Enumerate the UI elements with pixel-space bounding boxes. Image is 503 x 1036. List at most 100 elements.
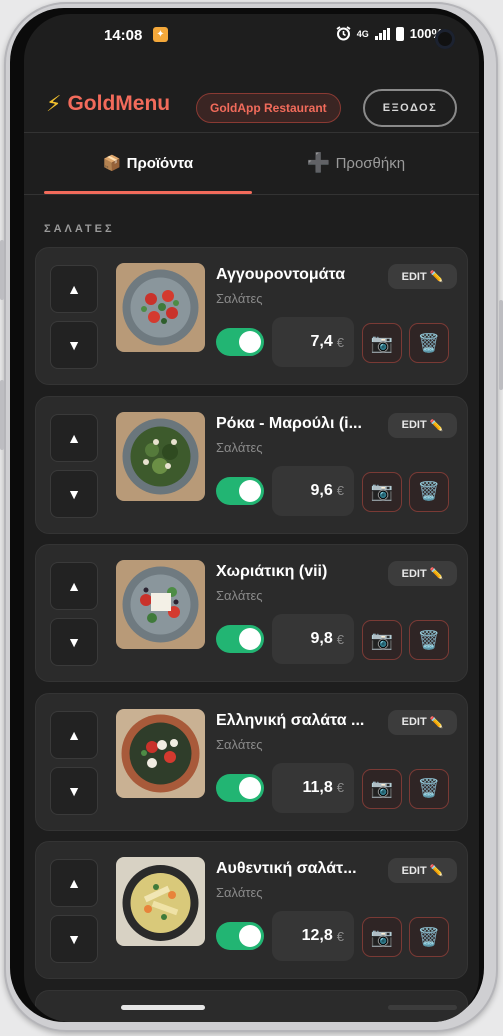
product-category: Σαλάτες [216, 588, 263, 603]
phone-side-button [0, 380, 4, 450]
brand-name: GoldMenu [67, 92, 171, 115]
edit-button-edge [388, 1004, 457, 1010]
delete-button[interactable]: 🗑️ [409, 323, 449, 363]
product-image [116, 857, 205, 946]
pencil-icon: ✏️ [429, 716, 444, 729]
app-header: ⚡ GoldMenu GoldApp Restaurant ΕΞΟΔΟΣ [24, 74, 479, 132]
move-down-button[interactable]: ▼ [50, 915, 98, 963]
tab-add-label: Προσθήκη [335, 154, 406, 172]
edit-label: EDIT [401, 864, 427, 877]
camera-button[interactable]: 📷 [362, 917, 402, 957]
product-image [116, 411, 205, 501]
price-field[interactable]: 9,6 € [272, 465, 354, 516]
availability-toggle[interactable] [216, 922, 264, 950]
product-image-edge [121, 1004, 205, 1010]
pencil-icon: ✏️ [429, 271, 444, 283]
bolt-icon: ⚡ [46, 91, 62, 116]
tab-add[interactable]: ➕ Προσθήκη [252, 133, 460, 193]
delete-button[interactable]: 🗑️ [409, 471, 449, 512]
price-field[interactable]: 12,8 € [272, 911, 354, 961]
price-value: 7,4 [310, 333, 333, 350]
product-name: Χωριάτικη (vii) [216, 563, 328, 580]
trash-icon: 🗑️ [417, 778, 441, 798]
front-camera [435, 29, 455, 49]
edit-label: EDIT [401, 270, 427, 283]
edit-button[interactable]: EDIT ✏️ [388, 264, 457, 289]
camera-icon: 📷 [370, 332, 394, 353]
currency-symbol: € [336, 780, 344, 795]
move-up-button[interactable]: ▲ [50, 413, 98, 462]
product-card: ▲ ▼ Ρόκα - Μαρούλι (i... Σαλάτες EDIT ✏️ [35, 395, 468, 534]
edit-label: EDIT [401, 716, 427, 728]
camera-icon: 📷 [370, 778, 394, 798]
move-up-button[interactable]: ▲ [50, 265, 98, 313]
tab-products[interactable]: 📦 Προϊόντα [44, 133, 252, 193]
logout-button[interactable]: ΕΞΟΔΟΣ [363, 89, 457, 127]
edit-button[interactable]: EDIT ✏️ [388, 858, 457, 883]
phone-power-button [499, 300, 503, 390]
product-name: Ρόκα - Μαρούλι (i... [216, 414, 362, 432]
brand: ⚡ GoldMenu [46, 92, 170, 116]
status-indicators: 4G 100% [336, 26, 443, 41]
product-card-partial [35, 989, 468, 1022]
camera-button[interactable]: 📷 [362, 323, 402, 363]
product-name: Αγγουροντομάτα [216, 266, 346, 283]
edit-label: EDIT [401, 419, 427, 431]
availability-toggle[interactable] [216, 773, 264, 802]
price-value: 9,6 [310, 481, 333, 499]
product-category: Σαλάτες [216, 885, 263, 900]
product-name: Ελληνική σαλάτα ... [216, 711, 365, 729]
product-image [116, 708, 205, 798]
battery-icon [395, 26, 404, 41]
move-down-button[interactable]: ▼ [50, 469, 98, 518]
trash-icon: 🗑️ [417, 629, 441, 650]
camera-button[interactable]: 📷 [362, 471, 402, 512]
delete-button[interactable]: 🗑️ [409, 620, 449, 660]
tab-products-label: Προϊόντα [126, 154, 194, 172]
price-field[interactable]: 11,8 € [272, 762, 354, 813]
phone-side-button [0, 240, 4, 300]
product-category: Σαλάτες [216, 291, 263, 306]
move-up-button[interactable]: ▲ [50, 562, 98, 610]
status-time: 14:08 [104, 27, 143, 44]
pencil-icon: ✏️ [429, 865, 444, 877]
product-image [116, 263, 205, 352]
tab-bar: 📦 Προϊόντα ➕ Προσθήκη [24, 133, 479, 195]
move-up-button[interactable]: ▲ [50, 859, 98, 907]
price-value: 12,8 [301, 927, 333, 944]
price-field[interactable]: 9,8 € [272, 614, 354, 664]
price-value: 9,8 [310, 630, 333, 647]
trash-icon: 🗑️ [417, 332, 441, 353]
delete-button[interactable]: 🗑️ [409, 768, 449, 809]
product-category: Σαλάτες [216, 439, 263, 455]
delete-button[interactable]: 🗑️ [409, 917, 449, 957]
move-up-button[interactable]: ▲ [50, 710, 98, 759]
availability-toggle[interactable] [216, 625, 264, 653]
price-field[interactable]: 7,4 € [272, 317, 354, 367]
status-bar: 14:08 ✦ 4G 100% [24, 14, 479, 60]
availability-toggle[interactable] [216, 476, 264, 505]
currency-symbol: € [336, 928, 344, 944]
edit-button[interactable]: EDIT ✏️ [388, 561, 457, 586]
trash-icon: 🗑️ [417, 481, 441, 501]
notification-app-icon: ✦ [153, 27, 168, 42]
availability-toggle[interactable] [216, 328, 264, 356]
package-icon: 📦 [102, 155, 122, 172]
edit-label: EDIT [401, 567, 427, 580]
move-down-button[interactable]: ▼ [50, 321, 98, 369]
move-down-button[interactable]: ▼ [50, 766, 98, 815]
move-down-button[interactable]: ▼ [50, 618, 98, 666]
currency-symbol: € [336, 334, 344, 350]
alarm-icon [336, 26, 351, 41]
edit-button[interactable]: EDIT ✏️ [388, 412, 457, 438]
network-type: 4G [356, 28, 369, 39]
divider [24, 194, 479, 195]
signal-icon [374, 27, 390, 40]
product-card: ▲ ▼ Αγγουροντομάτα Σαλάτες EDIT ✏️ 7,4 €… [35, 247, 468, 385]
currency-symbol: € [336, 631, 344, 647]
app-screen: 14:08 ✦ 4G 100% ⚡ GoldMenu GoldApp Resta… [24, 14, 479, 1022]
edit-button[interactable]: EDIT ✏️ [388, 709, 457, 735]
camera-button[interactable]: 📷 [362, 768, 402, 809]
camera-button[interactable]: 📷 [362, 620, 402, 660]
pencil-icon: ✏️ [429, 568, 444, 580]
